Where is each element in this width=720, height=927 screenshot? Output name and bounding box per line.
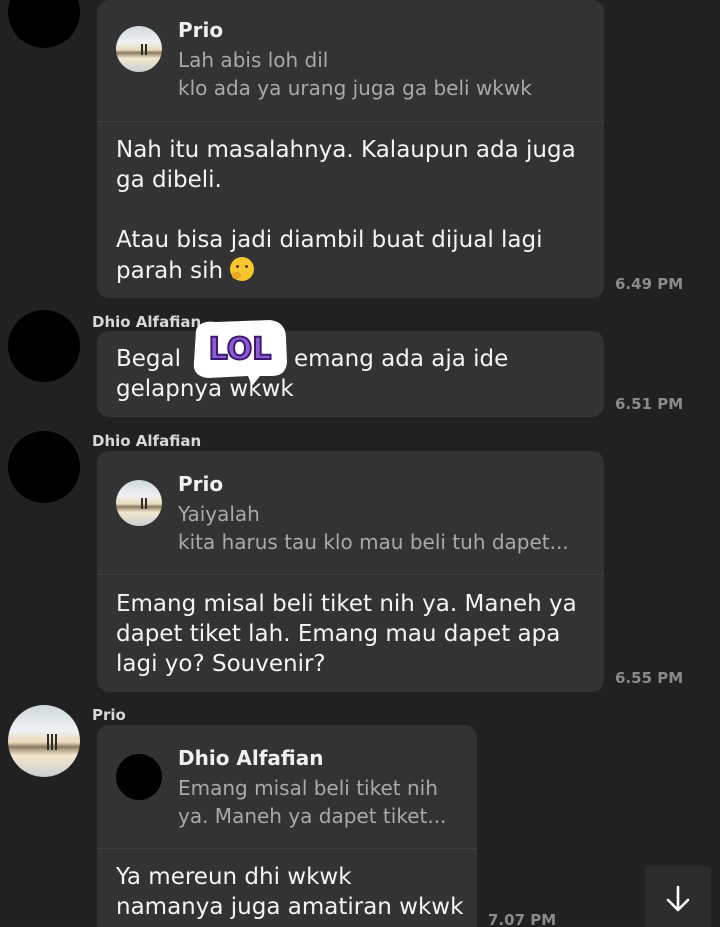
avatar[interactable] xyxy=(8,705,80,777)
reply-text-line: Emang misal beli tiket nih xyxy=(178,776,438,800)
reply-divider xyxy=(97,121,604,122)
sticker-text: LOL xyxy=(209,332,272,367)
reply-quote[interactable]: Dhio Alfafian Emang misal beli tiket nih… xyxy=(97,725,477,848)
message-timestamp: 6.51 PM xyxy=(615,395,684,413)
thinking-face-emoji xyxy=(230,257,255,281)
message-text-line: namanya juga amatiran wkwk xyxy=(116,894,464,920)
message-timestamp: 6.49 PM xyxy=(615,275,684,293)
sender-name: Prio xyxy=(92,706,126,724)
reply-text-line: ya. Maneh ya dapet tiket... xyxy=(178,804,447,828)
message-text-line: Emang misal beli tiket nih ya. Maneh ya xyxy=(116,591,577,617)
reply-text-line: klo ada ya urang juga ga beli wkwk xyxy=(178,76,532,100)
message-text-line: lagi yo? Souvenir? xyxy=(116,651,326,677)
scroll-to-bottom-button[interactable] xyxy=(645,866,711,927)
message-text-line: parah sih xyxy=(116,257,255,284)
message-bubble[interactable]: Dhio Alfafian Emang misal beli tiket nih… xyxy=(97,725,477,927)
reply-text-line: kita harus tau klo mau beli tuh dapet... xyxy=(178,530,569,554)
reply-sender-name: Dhio Alfafian xyxy=(178,746,324,770)
message-text-line: dapet tiket lah. Emang mau dapet apa xyxy=(116,621,561,647)
reply-quote[interactable]: Prio Yaiyalah kita harus tau klo mau bel… xyxy=(97,451,604,574)
reply-sender-name: Prio xyxy=(178,18,224,42)
avatar[interactable] xyxy=(8,310,80,382)
message-timestamp: 6.55 PM xyxy=(615,669,684,687)
reply-text-line: Yaiyalah xyxy=(178,502,260,526)
reply-divider xyxy=(97,574,604,575)
chat-thread[interactable]: Prio Lah abis loh dil klo ada ya urang j… xyxy=(0,0,720,927)
reply-quote[interactable]: Prio Lah abis loh dil klo ada ya urang j… xyxy=(97,0,604,121)
message-text-line: Nah itu masalahnya. Kalaupun ada juga xyxy=(116,137,576,163)
reply-text-line: Lah abis loh dil xyxy=(178,48,329,72)
sender-name: Dhio Alfafian xyxy=(92,432,202,450)
message-text-line: Atau bisa jadi diambil buat dijual lagi xyxy=(116,227,543,253)
reply-avatar xyxy=(116,754,162,800)
reply-divider xyxy=(97,848,477,849)
reply-sender-name: Prio xyxy=(178,472,224,496)
arrow-down-icon xyxy=(666,885,690,912)
lol-sticker: LOL xyxy=(186,316,290,386)
reply-avatar xyxy=(116,480,162,526)
message-timestamp: 7.07 PM xyxy=(488,911,557,927)
reply-avatar xyxy=(116,26,162,72)
message-text-line: ga dibeli. xyxy=(116,167,222,193)
sender-name: Dhio Alfafian xyxy=(92,313,202,331)
message-text: parah sih xyxy=(116,258,224,284)
message-bubble[interactable]: Begal emang ada aja ide gelapnya wkwk xyxy=(97,331,604,417)
avatar[interactable] xyxy=(8,0,80,48)
avatar[interactable] xyxy=(8,431,80,503)
message-text-line: Begal xyxy=(116,346,182,372)
message-text-line: Ya mereun dhi wkwk xyxy=(116,864,352,890)
message-bubble[interactable]: Prio Lah abis loh dil klo ada ya urang j… xyxy=(97,0,604,298)
message-text-line: emang ada aja ide xyxy=(294,346,509,372)
message-bubble[interactable]: Prio Yaiyalah kita harus tau klo mau bel… xyxy=(97,451,604,692)
